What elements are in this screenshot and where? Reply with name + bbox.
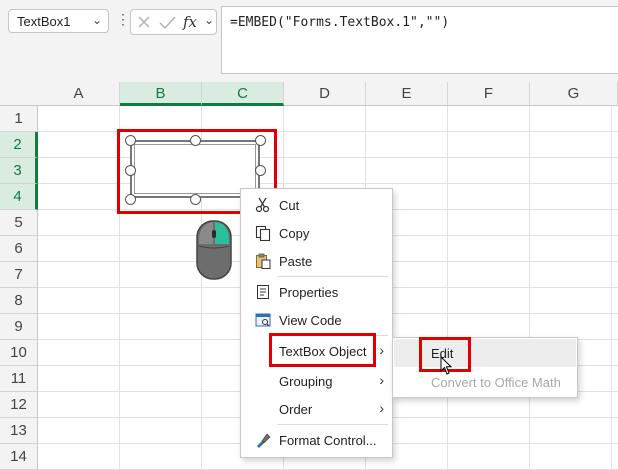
mouse-right-click-icon: [196, 220, 232, 280]
column-header-d[interactable]: D: [284, 82, 366, 105]
copy-icon: [255, 225, 271, 241]
menu-item-label: Order: [279, 402, 313, 417]
menu-item-cut[interactable]: Cut: [241, 191, 392, 219]
enter-check-icon[interactable]: [159, 16, 176, 30]
format-control-icon: [257, 433, 271, 448]
menu-item-grouping[interactable]: Grouping ›: [241, 367, 392, 395]
column-header-g[interactable]: G: [530, 82, 618, 105]
row-headers: 1 2 3 4 5 6 7 8 9 10 11 12 13 14: [0, 106, 38, 470]
cancel-icon[interactable]: [138, 16, 150, 28]
row-header[interactable]: 2: [0, 132, 38, 158]
row-header[interactable]: 12: [0, 392, 37, 418]
row-header[interactable]: 3: [0, 158, 38, 184]
properties-icon: [257, 285, 269, 299]
formula-input[interactable]: =EMBED("Forms.TextBox.1",""): [221, 6, 618, 74]
menu-item-label: Properties: [279, 285, 339, 300]
mouse-pointer-icon: [440, 356, 453, 375]
menu-item-order[interactable]: Order ›: [241, 395, 392, 423]
insert-function-icon[interactable]: fx: [183, 13, 197, 31]
menu-item-label: Cut: [279, 198, 300, 213]
menu-item-copy[interactable]: Copy: [241, 219, 392, 247]
chevron-down-icon[interactable]: ⌄: [92, 13, 102, 27]
column-headers: A B C D E F G: [0, 82, 618, 106]
menu-item-view-code[interactable]: View Code: [241, 306, 392, 334]
row-header[interactable]: 4: [0, 184, 38, 210]
view-code-icon: [255, 313, 271, 327]
more-options-icon[interactable]: ⋮: [116, 11, 130, 28]
scissors-icon: [255, 197, 270, 213]
menu-item-label: Format Control...: [279, 433, 377, 448]
name-box[interactable]: TextBox1 ⌄: [8, 9, 109, 33]
column-header-f[interactable]: F: [448, 82, 530, 105]
row-header[interactable]: 6: [0, 236, 37, 262]
row-header[interactable]: 10: [0, 340, 37, 366]
menu-item-label: View Code: [279, 313, 342, 328]
menu-separator: [277, 276, 388, 277]
chevron-right-icon: ›: [379, 372, 384, 388]
row-header[interactable]: 11: [0, 366, 37, 392]
row-header[interactable]: 1: [0, 106, 37, 132]
row-header[interactable]: 8: [0, 288, 37, 314]
chevron-right-icon: ›: [379, 400, 384, 416]
row-header[interactable]: 13: [0, 418, 37, 444]
formula-text: =EMBED("Forms.TextBox.1",""): [230, 15, 450, 30]
row-header[interactable]: 7: [0, 262, 37, 288]
name-box-value: TextBox1: [17, 14, 71, 29]
formula-buttons: fx ⌄: [130, 9, 217, 35]
menu-item-properties[interactable]: Properties: [241, 278, 392, 306]
menu-separator: [277, 424, 388, 425]
chevron-right-icon: ›: [379, 342, 384, 358]
submenu-item-label: Convert to Office Math: [431, 375, 561, 390]
paste-icon: [256, 253, 271, 269]
highlight-textbox-object: [269, 333, 376, 367]
row-header[interactable]: 5: [0, 210, 37, 236]
column-header-c[interactable]: C: [202, 82, 284, 106]
menu-item-label: Grouping: [279, 374, 333, 389]
menu-item-paste[interactable]: Paste: [241, 247, 392, 275]
menu-item-label: Paste: [279, 254, 313, 269]
column-header-a[interactable]: A: [38, 82, 120, 105]
submenu-item-convert-to-office-math: Convert to Office Math: [393, 368, 577, 396]
row-header[interactable]: 9: [0, 314, 37, 340]
column-header-b[interactable]: B: [120, 82, 202, 106]
context-menu: Cut Copy Paste Properties View Code Text…: [240, 188, 393, 458]
row-header[interactable]: 14: [0, 444, 37, 470]
menu-item-format-control[interactable]: Format Control...: [241, 426, 392, 454]
menu-item-label: Copy: [279, 226, 310, 241]
column-header-e[interactable]: E: [366, 82, 448, 105]
chevron-down-icon[interactable]: ⌄: [204, 13, 214, 27]
